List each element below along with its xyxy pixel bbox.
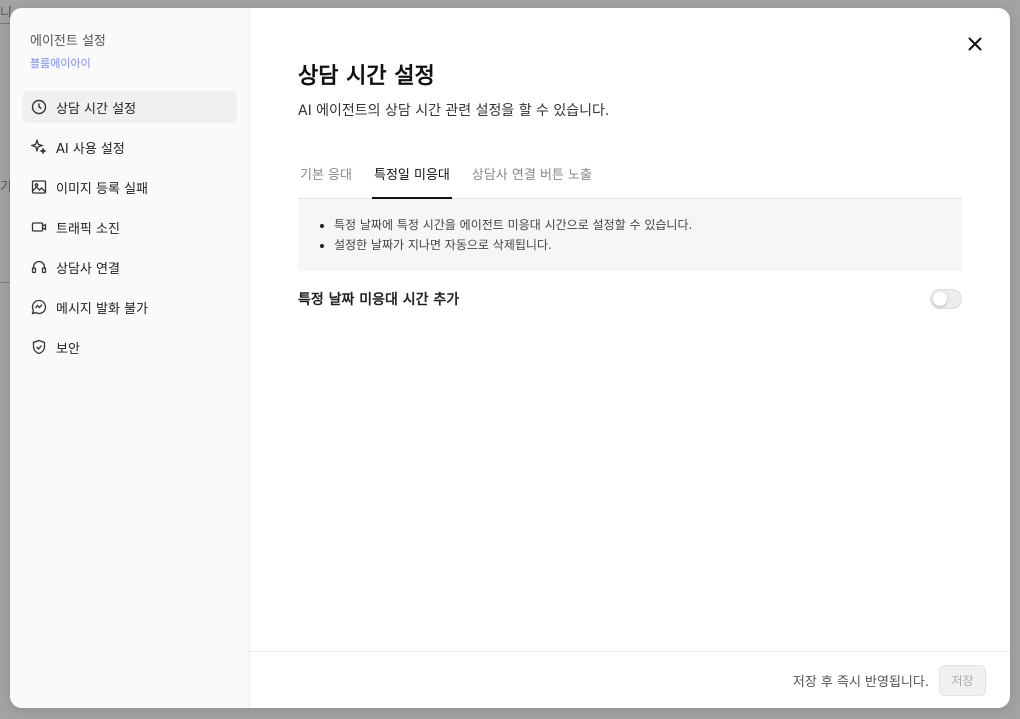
- tab-basic-response[interactable]: 기본 응대: [298, 164, 354, 199]
- page-title: 상담 시간 설정: [298, 64, 435, 89]
- page-description: AI 에이전트의 상담 시간 관련 설정을 할 수 있습니다.: [298, 103, 610, 119]
- sidebar-item-label: 이미지 등록 실패: [56, 181, 148, 197]
- setting-label: 특정 날짜 미응대 시간 추가: [298, 292, 460, 308]
- sidebar-item-ai-usage[interactable]: AI 사용 설정: [22, 131, 237, 163]
- sidebar-item-agent-connect[interactable]: 상담사 연결: [22, 251, 237, 283]
- sidebar-nav: 상담 시간 설정 AI 사용 설정 이미지 등록 실패 트래픽 소진 상담사 연…: [22, 91, 237, 363]
- image-icon: [30, 178, 48, 196]
- sidebar-item-label: 트래픽 소진: [56, 221, 120, 237]
- tab-bar: 기본 응대 특정일 미응대 상담사 연결 버튼 노출: [298, 164, 962, 199]
- headset-icon: [30, 258, 48, 276]
- sidebar-item-message-fail[interactable]: 메시지 발화 불가: [22, 291, 237, 323]
- setting-toggle[interactable]: [930, 289, 962, 309]
- sparkle-icon: [30, 138, 48, 156]
- backdrop-divider: [0, 23, 10, 24]
- sidebar-item-image-fail[interactable]: 이미지 등록 실패: [22, 171, 237, 203]
- footer-note: 저장 후 즉시 반영됩니다.: [792, 674, 929, 690]
- sidebar-item-traffic[interactable]: 트래픽 소진: [22, 211, 237, 243]
- settings-modal: 에이전트 설정 블룸에이아이 상담 시간 설정 AI 사용 설정 이미지 등록 …: [10, 8, 1010, 708]
- backdrop-divider: [0, 282, 10, 283]
- toggle-knob: [933, 292, 947, 306]
- main-content: 상담 시간 설정 AI 에이전트의 상담 시간 관련 설정을 할 수 있습니다.…: [250, 8, 1010, 309]
- sidebar-item-label: 상담 시간 설정: [56, 101, 137, 117]
- close-icon: [968, 36, 982, 55]
- sidebar-title: 에이전트 설정: [30, 34, 106, 49]
- main-panel: 상담 시간 설정 AI 에이전트의 상담 시간 관련 설정을 할 수 있습니다.…: [250, 8, 1010, 708]
- close-button[interactable]: [964, 34, 986, 56]
- footer: 저장 후 즉시 반영됩니다. 저장: [250, 651, 1010, 708]
- sidebar-item-consult-time[interactable]: 상담 시간 설정: [22, 91, 237, 123]
- sidebar: 에이전트 설정 블룸에이아이 상담 시간 설정 AI 사용 설정 이미지 등록 …: [10, 8, 250, 708]
- notice-item: 설정한 날짜가 지나면 자동으로 삭제됩니다.: [334, 235, 944, 255]
- sidebar-item-label: 메시지 발화 불가: [56, 301, 148, 317]
- video-icon: [30, 218, 48, 236]
- sidebar-item-label: AI 사용 설정: [56, 141, 125, 157]
- tab-agent-connect-button[interactable]: 상담사 연결 버튼 노출: [470, 164, 594, 199]
- sidebar-item-label: 보안: [56, 341, 80, 357]
- notice-item: 특정 날짜에 특정 시간을 에이전트 미응대 시간으로 설정할 수 있습니다.: [334, 215, 944, 235]
- save-button[interactable]: 저장: [939, 664, 986, 696]
- tab-specific-day-no-response[interactable]: 특정일 미응대: [371, 164, 452, 199]
- notice-box: 특정 날짜에 특정 시간을 에이전트 미응대 시간으로 설정할 수 있습니다. …: [298, 199, 962, 271]
- chat-alert-icon: [30, 298, 48, 316]
- sidebar-item-security[interactable]: 보안: [22, 331, 237, 363]
- clock-icon: [30, 98, 48, 116]
- setting-row: 특정 날짜 미응대 시간 추가: [298, 289, 962, 309]
- sidebar-subtitle: 블룸에이아이: [30, 57, 91, 70]
- sidebar-item-label: 상담사 연결: [56, 261, 120, 277]
- shield-icon: [30, 338, 48, 356]
